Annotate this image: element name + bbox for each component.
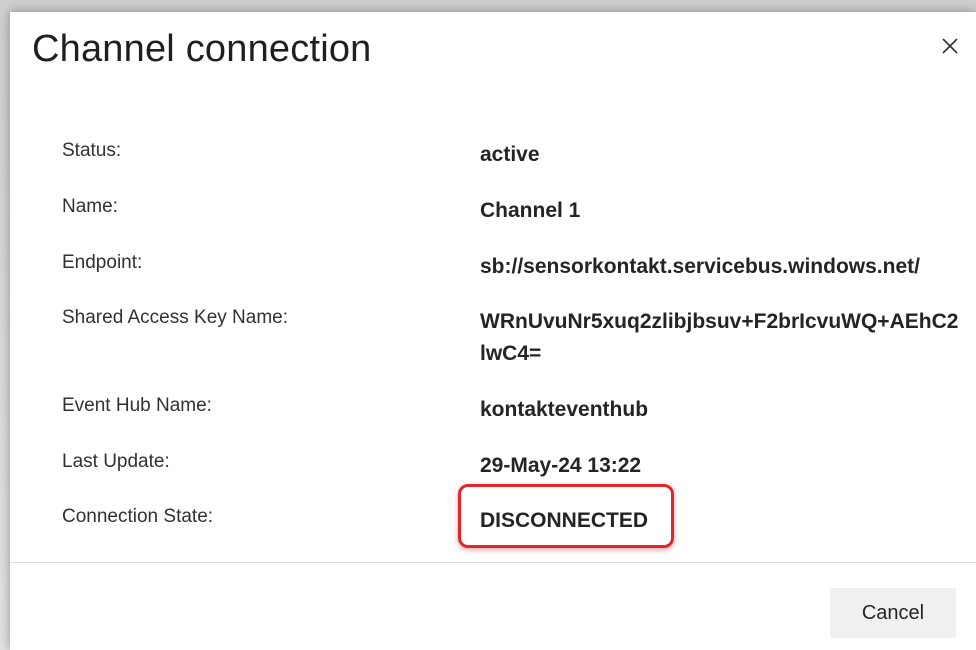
channel-connection-dialog: Channel connection Status: active Name: … (10, 12, 976, 650)
connection-state-label: Connection State: (62, 506, 214, 527)
event-hub-name-label: Event Hub Name: (62, 395, 212, 416)
name-value: Channel 1 (480, 199, 581, 222)
close-button[interactable] (934, 30, 966, 62)
cancel-button[interactable]: Cancel (830, 588, 956, 638)
name-label: Name: (62, 196, 118, 217)
status-value: active (480, 143, 540, 166)
shared-access-key-name-label: Shared Access Key Name: (62, 307, 288, 328)
shared-access-key-name-value: WRnUvuNr5xuq2zlibjbsuv+F2brIcvuWQ+AEhC2l… (480, 310, 959, 365)
close-icon (942, 38, 958, 54)
screenshot-background: Channel connection Status: active Name: … (0, 0, 976, 650)
disconnected-highlight-box (458, 484, 674, 548)
last-update-label: Last Update: (62, 451, 170, 472)
last-update-value: 29-May-24 13:22 (480, 454, 642, 477)
dialog-title: Channel connection (32, 28, 372, 70)
endpoint-label: Endpoint: (62, 252, 143, 273)
endpoint-value: sb://sensorkontakt.servicebus.windows.ne… (480, 255, 920, 278)
event-hub-name-value: kontakteventhub (480, 398, 649, 421)
footer-divider (10, 562, 976, 563)
status-label: Status: (62, 140, 122, 161)
